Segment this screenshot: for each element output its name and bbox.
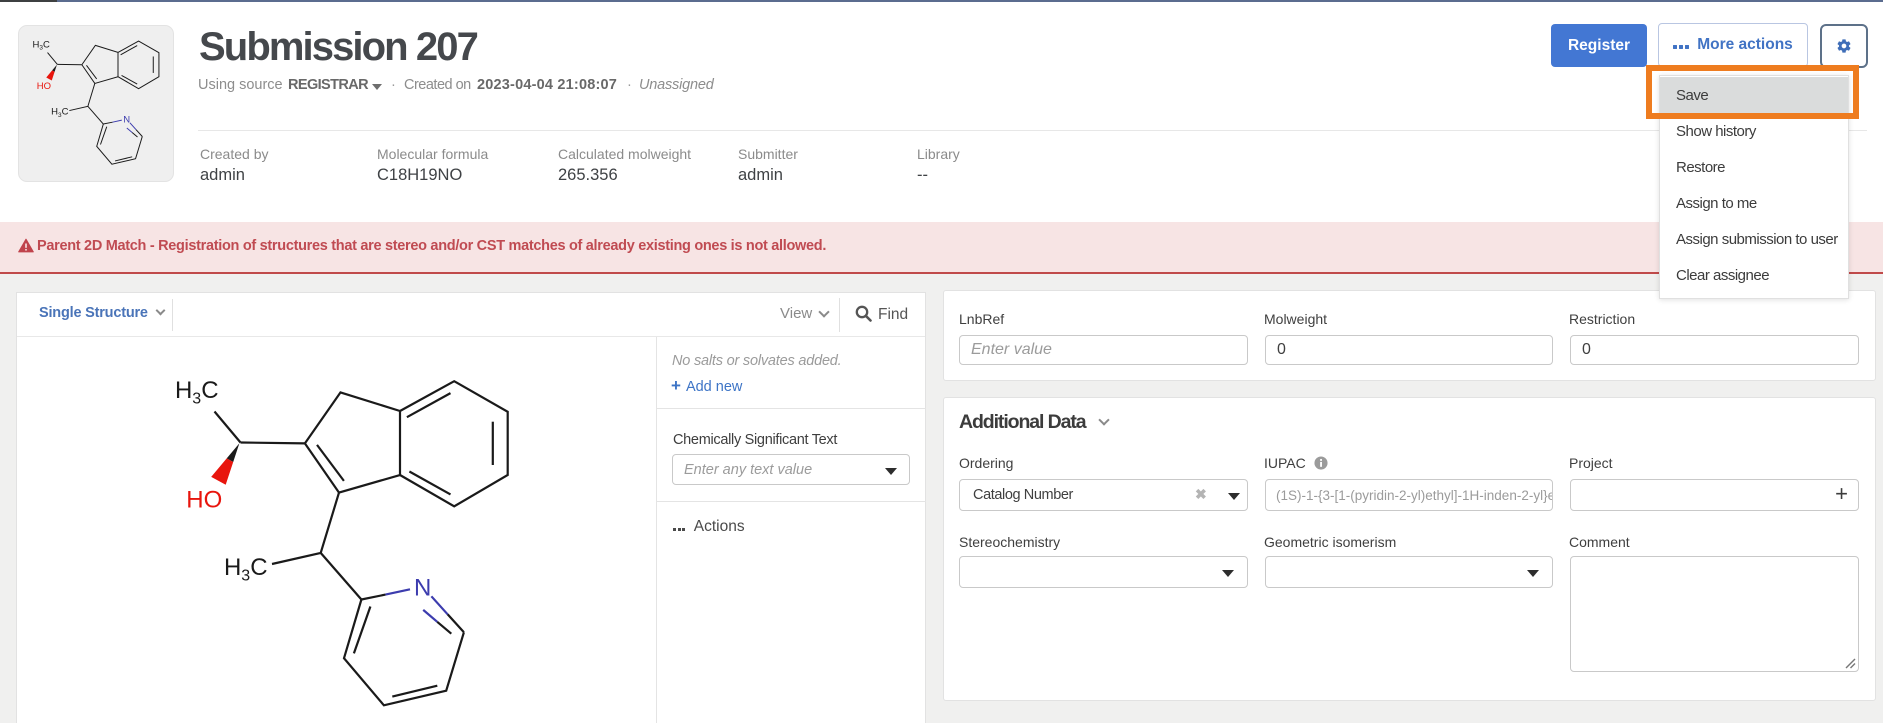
- svg-text:N: N: [123, 114, 130, 125]
- svg-text:H3C: H3C: [33, 40, 50, 52]
- svg-text:H3C: H3C: [175, 377, 219, 408]
- svg-text:H3C: H3C: [224, 554, 268, 585]
- svg-text:N: N: [414, 574, 431, 601]
- svg-text:H3C: H3C: [51, 107, 68, 119]
- svg-text:HO: HO: [37, 81, 51, 92]
- svg-text:HO: HO: [186, 486, 222, 513]
